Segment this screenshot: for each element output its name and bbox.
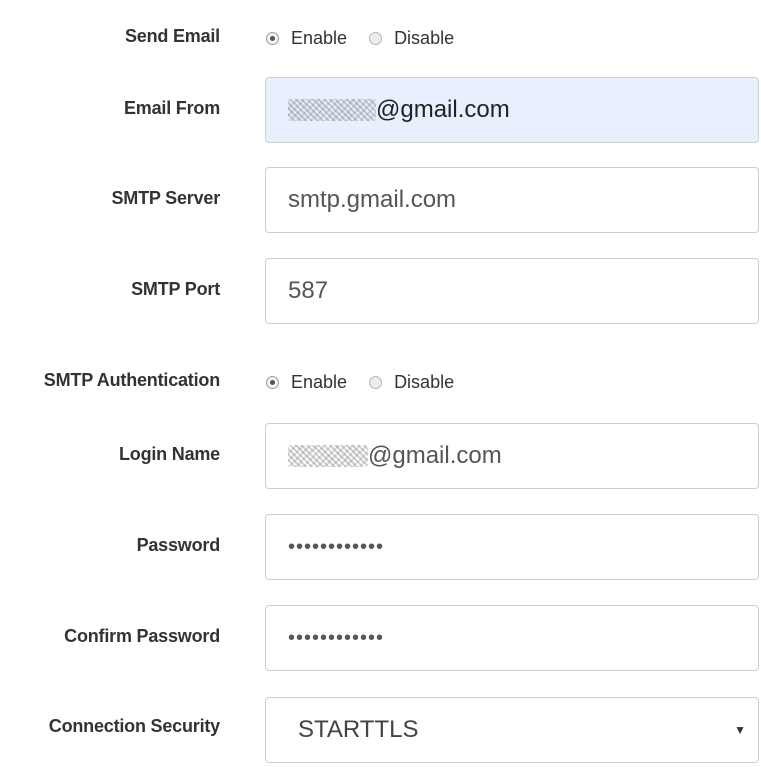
smtp-server-value: smtp.gmail.com <box>288 186 457 213</box>
smtp-auth-disable-radio[interactable]: Disable <box>369 372 454 393</box>
smtp-auth-radio-group: Enable Disable <box>266 372 454 393</box>
send-email-radio-group: Enable Disable <box>266 28 454 49</box>
connection-security-row: Connection Security STARTTLS ▼ <box>0 697 761 763</box>
radio-unchecked-icon <box>369 32 383 45</box>
smtp-auth-enable-label: Enable <box>291 372 348 392</box>
send-email-disable-label: Disable <box>394 28 455 48</box>
radio-checked-icon <box>266 376 279 389</box>
password-field[interactable]: •••••••••••• <box>265 514 759 580</box>
smtp-port-label: SMTP Port <box>131 279 220 299</box>
email-from-label: Email From <box>123 98 220 118</box>
confirm-password-label: Confirm Password <box>64 626 220 646</box>
login-name-row: Login Name @gmail.com <box>0 423 761 489</box>
login-name-field[interactable]: @gmail.com <box>265 423 759 489</box>
connection-security-select[interactable]: STARTTLS ▼ <box>265 697 759 763</box>
password-row: Password •••••••••••• <box>0 514 761 580</box>
radio-unchecked-icon <box>369 376 383 389</box>
send-email-row: Send Email Enable Disable <box>0 22 761 58</box>
smtp-auth-label: SMTP Authentication <box>43 370 220 390</box>
login-name-value: @gmail.com <box>368 442 502 469</box>
login-name-label: Login Name <box>118 444 220 464</box>
smtp-server-label: SMTP Server <box>111 188 220 208</box>
email-from-field[interactable]: @gmail.com <box>265 77 759 143</box>
smtp-auth-disable-label: Disable <box>394 372 455 392</box>
smtp-server-field[interactable]: smtp.gmail.com <box>265 167 759 233</box>
password-label: Password <box>136 535 221 555</box>
connection-security-value: STARTTLS <box>298 716 419 743</box>
caret-down-icon: ▼ <box>734 723 746 737</box>
smtp-auth-enable-radio[interactable]: Enable <box>266 372 347 393</box>
send-email-enable-label: Enable <box>291 28 348 48</box>
smtp-server-row: SMTP Server smtp.gmail.com <box>0 167 761 233</box>
password-masked-value: •••••••••••• <box>288 535 385 558</box>
send-email-enable-radio[interactable]: Enable <box>266 28 347 49</box>
send-email-disable-radio[interactable]: Disable <box>369 28 454 49</box>
smtp-port-row: SMTP Port 587 <box>0 258 761 324</box>
send-email-label: Send Email <box>124 26 220 46</box>
redacted-text <box>288 445 368 467</box>
confirm-password-field[interactable]: •••••••••••• <box>265 605 759 671</box>
connection-security-label: Connection Security <box>48 716 220 736</box>
confirm-password-row: Confirm Password •••••••••••• <box>0 605 761 671</box>
email-from-value: @gmail.com <box>376 96 510 123</box>
smtp-port-field[interactable]: 587 <box>265 258 759 324</box>
email-from-row: Email From @gmail.com <box>0 77 761 143</box>
confirm-password-masked-value: •••••••••••• <box>288 626 385 649</box>
redacted-text <box>288 99 376 121</box>
smtp-auth-row: SMTP Authentication Enable Disable <box>0 366 761 402</box>
radio-checked-icon <box>266 32 279 45</box>
smtp-port-value: 587 <box>288 277 329 304</box>
